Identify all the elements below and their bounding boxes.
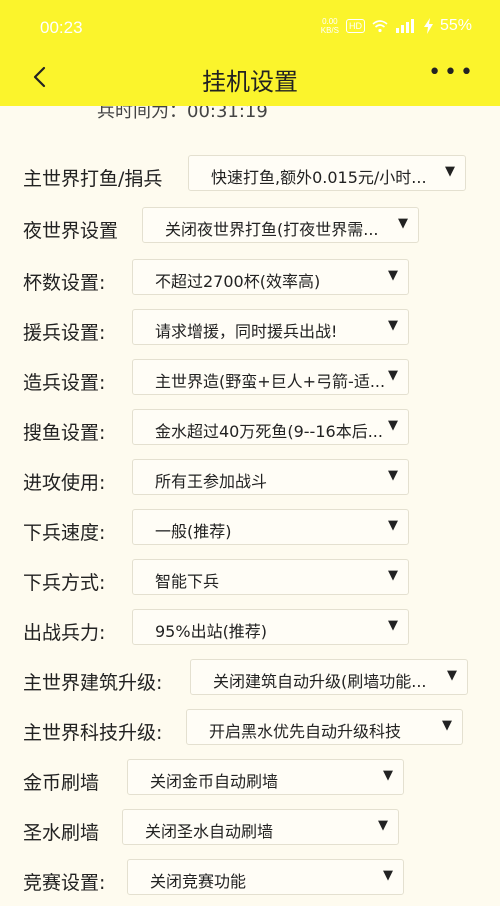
main-fishing-select[interactable]: 快速打鱼,额外0.015元/小时... ▼ — [188, 155, 466, 191]
dropdown-arrow-icon: ▼ — [388, 418, 398, 433]
setting-row-attack: 进攻使用: 所有王参加战斗 ▼ — [0, 456, 500, 506]
search-select[interactable]: 金水超过40万死鱼(9--16本后... ▼ — [132, 409, 409, 445]
research-upgrade-select[interactable]: 开启黑水优先自动升级科技 ▼ — [186, 709, 463, 745]
night-world-select[interactable]: 关闭夜世界打鱼(打夜世界需... ▼ — [142, 207, 419, 243]
dropdown-arrow-icon: ▼ — [442, 718, 452, 733]
dropdown-arrow-icon: ▼ — [398, 216, 408, 231]
setting-row-competition: 竞赛设置: 关闭竞赛功能 ▼ — [0, 856, 500, 906]
setting-row-gold-walls: 金币刷墙 关闭金币自动刷墙 ▼ — [0, 756, 500, 806]
setting-row-elixir-walls: 圣水刷墙 关闭圣水自动刷墙 ▼ — [0, 806, 500, 856]
app-header: 00:23 0.00 KB/S HD 55% 挂机设置 ••• — [0, 0, 500, 106]
competition-select[interactable]: 关闭竞赛功能 ▼ — [127, 859, 404, 895]
trophy-select[interactable]: 不超过2700杯(效率高) ▼ — [132, 259, 409, 295]
dropdown-arrow-icon: ▼ — [445, 164, 455, 179]
dropdown-arrow-icon: ▼ — [447, 668, 457, 683]
setting-label: 下兵速度: — [23, 522, 106, 544]
setting-label: 金币刷墙 — [23, 772, 100, 794]
army-strength-select[interactable]: 95%出站(推荐) ▼ — [132, 609, 409, 645]
setting-row-trophies: 杯数设置: 不超过2700杯(效率高) ▼ — [0, 256, 500, 306]
dropdown-arrow-icon: ▼ — [388, 468, 398, 483]
setting-row-main-fishing: 主世界打鱼/捐兵 快速打鱼,额外0.015元/小时... ▼ — [0, 152, 500, 202]
setting-row-training: 造兵设置: 主世界造(野蛮+巨人+弓箭-适... ▼ — [0, 356, 500, 406]
wifi-icon — [372, 20, 388, 33]
training-select[interactable]: 主世界造(野蛮+巨人+弓箭-适... ▼ — [132, 359, 409, 395]
dropdown-arrow-icon: ▼ — [388, 518, 398, 533]
dropdown-arrow-icon: ▼ — [383, 868, 393, 883]
setting-label: 造兵设置: — [23, 372, 106, 394]
setting-row-night-world: 夜世界设置 关闭夜世界打鱼(打夜世界需... ▼ — [0, 204, 500, 254]
setting-row-deploy-mode: 下兵方式: 智能下兵 ▼ — [0, 556, 500, 606]
dropdown-arrow-icon: ▼ — [378, 818, 388, 833]
setting-label: 搜鱼设置: — [23, 422, 106, 444]
building-upgrade-select[interactable]: 关闭建筑自动升级(刷墙功能... ▼ — [190, 659, 468, 695]
elixir-walls-select[interactable]: 关闭圣水自动刷墙 ▼ — [122, 809, 399, 845]
setting-row-search: 搜鱼设置: 金水超过40万死鱼(9--16本后... ▼ — [0, 406, 500, 456]
setting-label: 下兵方式: — [23, 572, 106, 594]
dropdown-arrow-icon: ▼ — [388, 568, 398, 583]
setting-row-army-strength: 出战兵力: 95%出站(推荐) ▼ — [0, 606, 500, 656]
network-speed: 0.00 KB/S — [320, 17, 339, 35]
setting-label: 杯数设置: — [23, 272, 106, 294]
dropdown-arrow-icon: ▼ — [388, 618, 398, 633]
setting-label: 出战兵力: — [23, 622, 106, 644]
charging-icon — [423, 18, 433, 34]
status-time: 00:23 — [40, 18, 83, 37]
setting-label: 主世界科技升级: — [23, 722, 163, 744]
setting-label: 主世界打鱼/捐兵 — [23, 168, 163, 190]
setting-row-reinforcement: 援兵设置: 请求增援，同时援兵出战! ▼ — [0, 306, 500, 356]
dropdown-arrow-icon: ▼ — [388, 318, 398, 333]
setting-label: 主世界建筑升级: — [23, 672, 163, 694]
deploy-speed-select[interactable]: 一般(推荐) ▼ — [132, 509, 409, 545]
dropdown-arrow-icon: ▼ — [388, 368, 398, 383]
gold-walls-select[interactable]: 关闭金币自动刷墙 ▼ — [127, 759, 404, 795]
deploy-mode-select[interactable]: 智能下兵 ▼ — [132, 559, 409, 595]
setting-label: 夜世界设置 — [23, 220, 119, 242]
setting-row-deploy-speed: 下兵速度: 一般(推荐) ▼ — [0, 506, 500, 556]
title-bar: 挂机设置 ••• — [0, 52, 500, 104]
hd-icon: HD — [345, 19, 365, 33]
dropdown-arrow-icon: ▼ — [383, 768, 393, 783]
page-title: 挂机设置 — [202, 68, 298, 96]
setting-row-research-upgrade: 主世界科技升级: 开启黑水优先自动升级科技 ▼ — [0, 706, 500, 756]
setting-label: 进攻使用: — [23, 472, 106, 494]
setting-row-building-upgrade: 主世界建筑升级: 关闭建筑自动升级(刷墙功能... ▼ — [0, 656, 500, 706]
status-bar: 00:23 0.00 KB/S HD 55% — [0, 0, 500, 56]
setting-label: 圣水刷墙 — [23, 822, 100, 844]
more-menu-icon[interactable]: ••• — [428, 60, 476, 85]
attack-select[interactable]: 所有王参加战斗 ▼ — [132, 459, 409, 495]
status-icons: 0.00 KB/S HD 55% — [321, 17, 472, 35]
reinforcement-select[interactable]: 请求增援，同时援兵出战! ▼ — [132, 309, 409, 345]
setting-label: 援兵设置: — [23, 322, 106, 344]
battery-level: 55% — [439, 17, 472, 34]
signal-icon — [395, 19, 414, 33]
dropdown-arrow-icon: ▼ — [388, 268, 398, 283]
